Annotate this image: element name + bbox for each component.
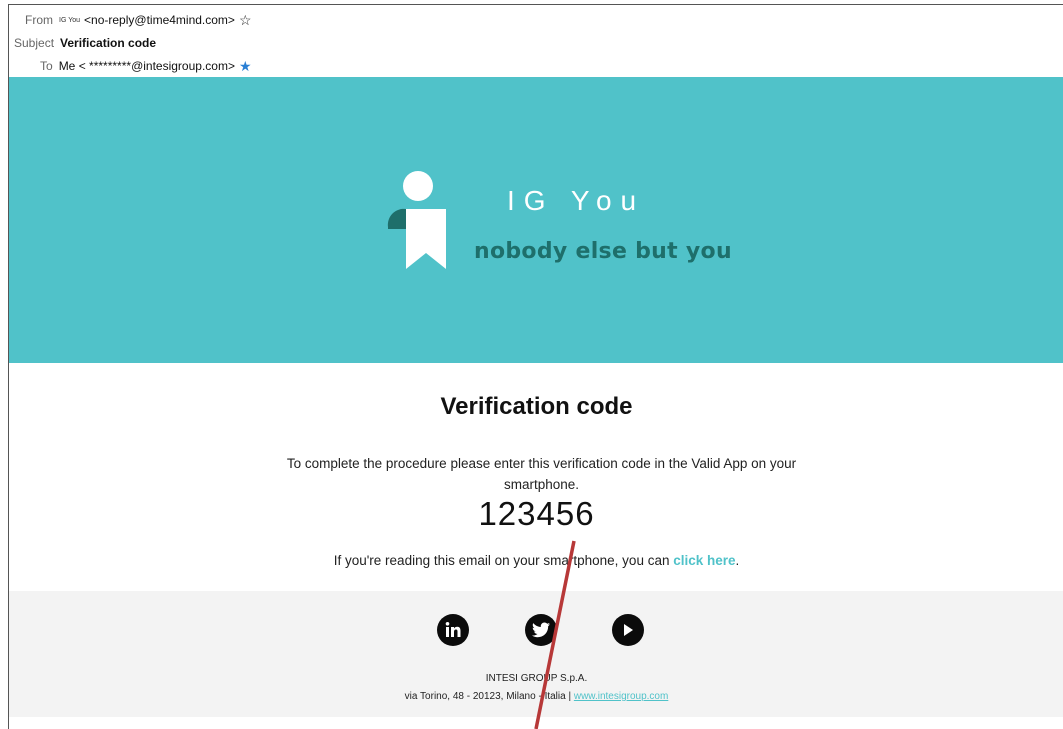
company-name: INTESI GROUP S.p.A. (485, 673, 588, 684)
brand-name: IG You (507, 185, 646, 216)
smartphone-line: If you're reading this email on your sma… (9, 553, 1063, 568)
recipient-address[interactable]: Me < *********@intesigroup.com> (59, 59, 235, 73)
click-here-link[interactable]: click here (673, 553, 735, 568)
sender-address[interactable]: <no-reply@time4mind.com> (84, 13, 235, 27)
sender-name[interactable]: IG You (59, 17, 80, 24)
to-row: To Me < *********@intesigroup.com> ★ (40, 59, 252, 73)
linkedin-icon[interactable] (437, 614, 469, 646)
star-filled-icon[interactable]: ★ (239, 59, 252, 73)
ig-you-logo-icon (387, 171, 446, 269)
email-headers: From IG You <no-reply@time4mind.com> ☆ S… (9, 5, 1063, 77)
star-outline-icon[interactable]: ☆ (239, 13, 252, 27)
email-title: Verification code (440, 393, 633, 420)
smartphone-text-end: . (735, 553, 740, 568)
from-row: From IG You <no-reply@time4mind.com> ☆ (25, 13, 252, 27)
subject-row: Subject Verification code (14, 36, 156, 50)
email-viewer: From IG You <no-reply@time4mind.com> ☆ S… (8, 4, 1063, 729)
verification-code: 123456 (478, 495, 595, 532)
smartphone-text: If you're reading this email on your sma… (333, 553, 674, 568)
from-label: From (25, 13, 53, 27)
twitter-icon[interactable] (525, 614, 557, 646)
email-content: Verification code To complete the proced… (9, 363, 1063, 591)
subject-value: Verification code (60, 36, 157, 50)
tagline: nobody else but you (474, 239, 732, 264)
website-link[interactable]: www.intesigroup.com (574, 691, 668, 702)
instructions-text: To complete the procedure please enter t… (286, 456, 797, 492)
email-footer: INTESI GROUP S.p.A. via Torino, 48 - 201… (9, 591, 1063, 717)
to-label: To (40, 59, 53, 73)
youtube-icon[interactable] (612, 614, 644, 646)
company-address: via Torino, 48 - 20123, Milano - Italia … (9, 691, 1063, 702)
address-text: via Torino, 48 - 20123, Milano - Italia … (404, 691, 574, 702)
header-banner: IG You nobody else but you (9, 77, 1063, 363)
subject-label: Subject (14, 36, 55, 50)
